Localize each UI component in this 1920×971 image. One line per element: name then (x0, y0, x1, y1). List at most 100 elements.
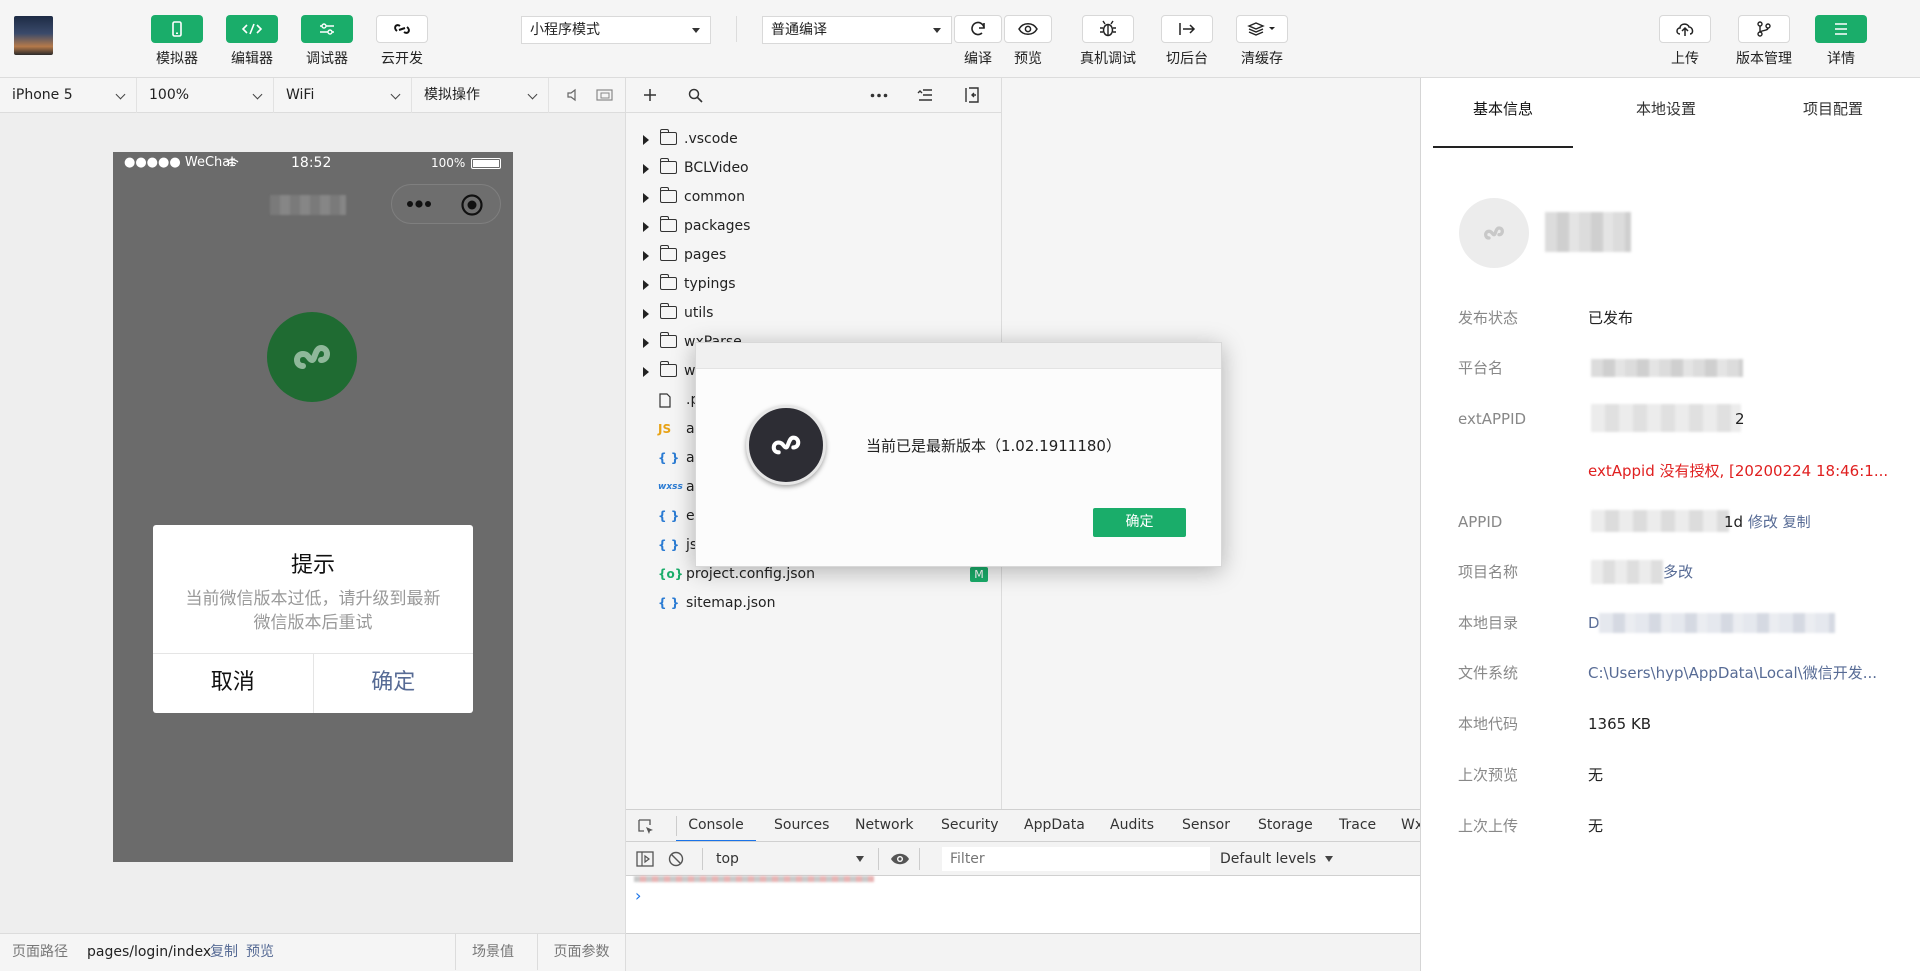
file-system-path[interactable]: C:\Users\hyp\AppData\Local\微信开发... (1588, 663, 1877, 683)
expand-arrow-icon[interactable] (643, 251, 649, 261)
folder-item[interactable]: typings (626, 272, 1002, 296)
clear-cache-button[interactable]: 清缓存 (1227, 15, 1297, 68)
simulator-button[interactable]: 模拟器 (142, 15, 212, 68)
user-avatar[interactable] (14, 16, 53, 55)
console-log-redacted (634, 876, 874, 882)
tab-sources[interactable]: Sources (774, 810, 829, 841)
dialog-confirm-button[interactable]: 确定 (314, 654, 474, 713)
tab-network[interactable]: Network (855, 810, 913, 841)
device-select[interactable]: iPhone 5 (0, 78, 137, 113)
collapse-all-icon[interactable] (917, 88, 933, 102)
dialog-title: 提示 (290, 553, 335, 578)
copy-appid-link[interactable]: 复制 (1783, 515, 1811, 531)
page-params-button[interactable]: 页面参数 (537, 934, 625, 970)
zoom-select[interactable]: 100% (137, 78, 274, 113)
modify-project-name-link[interactable]: 多改 (1663, 562, 1693, 582)
editor-button[interactable]: 编辑器 (217, 15, 287, 68)
tab-appdata[interactable]: AppData (1024, 810, 1085, 841)
devtools-footer (626, 933, 1420, 971)
mode-select[interactable]: 小程序模式 (521, 16, 711, 44)
expand-arrow-icon[interactable] (643, 164, 649, 174)
tab-project-config[interactable]: 项目配置 (1763, 78, 1903, 148)
volume-icon[interactable] (566, 88, 580, 102)
json-file-icon: { } (658, 538, 680, 552)
folder-item[interactable]: .vscode (626, 127, 1002, 151)
tab-wx[interactable]: Wx (1401, 810, 1420, 841)
bug-icon (1100, 20, 1116, 37)
window-mode-icon[interactable] (596, 88, 614, 102)
dialog-ok-button[interactable]: 确定 (1093, 508, 1186, 537)
debugger-button[interactable]: 调试器 (292, 15, 362, 68)
devtools-logo (746, 405, 826, 485)
add-icon[interactable] (643, 88, 657, 102)
tab-sensor[interactable]: Sensor (1182, 810, 1230, 841)
file-icon (659, 393, 671, 408)
tab-security[interactable]: Security (941, 810, 999, 841)
platform-name-label: 平台名 (1458, 359, 1504, 377)
scene-value-button[interactable]: 场景值 (455, 934, 530, 970)
more-icon[interactable] (870, 93, 888, 98)
last-upload-value: 无 (1588, 817, 1604, 835)
dialog-footer: 取消 确定 (153, 653, 473, 713)
details-button[interactable]: 详情 (1806, 15, 1876, 68)
more-dots-icon[interactable] (406, 200, 432, 208)
search-icon[interactable] (688, 88, 703, 103)
close-target-icon[interactable] (460, 193, 484, 217)
branch-icon (1757, 21, 1771, 37)
console-filter-input[interactable] (942, 847, 1210, 871)
preview-path-link[interactable]: 预览 (246, 934, 274, 970)
console-output[interactable]: › (626, 876, 1420, 933)
preview-label: 预览 (1014, 51, 1042, 67)
context-select[interactable]: top (716, 847, 868, 871)
compile-mode-select[interactable]: 普通编译 (762, 16, 952, 44)
local-directory-prefix[interactable]: D (1588, 613, 1600, 633)
expand-arrow-icon[interactable] (643, 338, 649, 348)
tab-audits[interactable]: Audits (1110, 810, 1154, 841)
log-levels-select[interactable]: Default levels (1220, 847, 1333, 871)
upload-button[interactable]: 上传 (1650, 15, 1720, 68)
expand-arrow-icon[interactable] (643, 280, 649, 290)
tab-local-settings[interactable]: 本地设置 (1596, 78, 1736, 148)
local-code-label: 本地代码 (1458, 715, 1519, 733)
sidebar-toggle-icon[interactable] (636, 851, 654, 867)
carrier-label: ●●●●● WeChat (124, 155, 236, 170)
dialog-cancel-button[interactable]: 取消 (153, 654, 314, 713)
folder-item[interactable]: BCLVideo (626, 156, 1002, 180)
preview-button[interactable]: 预览 (993, 15, 1063, 68)
tab-trace[interactable]: Trace (1339, 810, 1376, 841)
clear-console-icon[interactable] (668, 851, 684, 867)
switch-background-button[interactable]: 切后台 (1152, 15, 1222, 68)
mini-program-capsule[interactable] (391, 184, 501, 224)
expand-arrow-icon[interactable] (643, 367, 649, 377)
folder-item[interactable]: packages (626, 214, 1002, 238)
clear-cache-label: 清缓存 (1241, 51, 1283, 67)
cloud-dev-button[interactable]: 云开发 (367, 15, 437, 68)
folder-item[interactable]: utils (626, 301, 1002, 325)
real-device-debug-button[interactable]: 真机调试 (1073, 15, 1143, 68)
tab-storage[interactable]: Storage (1258, 810, 1313, 841)
version-check-dialog: 当前已是最新版本（1.02.1911180） 确定 (695, 342, 1222, 567)
folder-icon (659, 361, 677, 377)
modify-appid-link[interactable]: 修改 (1748, 513, 1778, 531)
version-management-button[interactable]: 版本管理 (1729, 15, 1799, 68)
network-select[interactable]: WiFi (274, 78, 412, 113)
expand-arrow-icon[interactable] (643, 193, 649, 203)
split-panel-icon[interactable] (964, 87, 980, 103)
modified-badge: M (970, 567, 988, 582)
folder-item[interactable]: pages (626, 243, 1002, 267)
simulate-operation-select[interactable]: 模拟操作 (412, 78, 549, 113)
tab-console[interactable]: Console (676, 810, 756, 841)
expand-arrow-icon[interactable] (643, 222, 649, 232)
expand-arrow-icon[interactable] (643, 135, 649, 145)
tab-basic-info[interactable]: 基本信息 (1433, 78, 1573, 148)
eye-icon (1018, 23, 1038, 35)
file-item[interactable]: { } sitemap.json (626, 591, 1002, 615)
wechat-alert-dialog: 提示 当前微信版本过低，请升级到最新微信版本后重试 取消 确定 (153, 525, 473, 713)
expand-arrow-icon[interactable] (643, 309, 649, 319)
folder-item[interactable]: common (626, 185, 1002, 209)
toolbar-divider (736, 16, 737, 42)
folder-icon (659, 158, 677, 174)
inspect-element-icon[interactable] (638, 819, 654, 835)
eye-icon[interactable] (890, 852, 910, 866)
copy-path-link[interactable]: 复制 (210, 934, 238, 970)
